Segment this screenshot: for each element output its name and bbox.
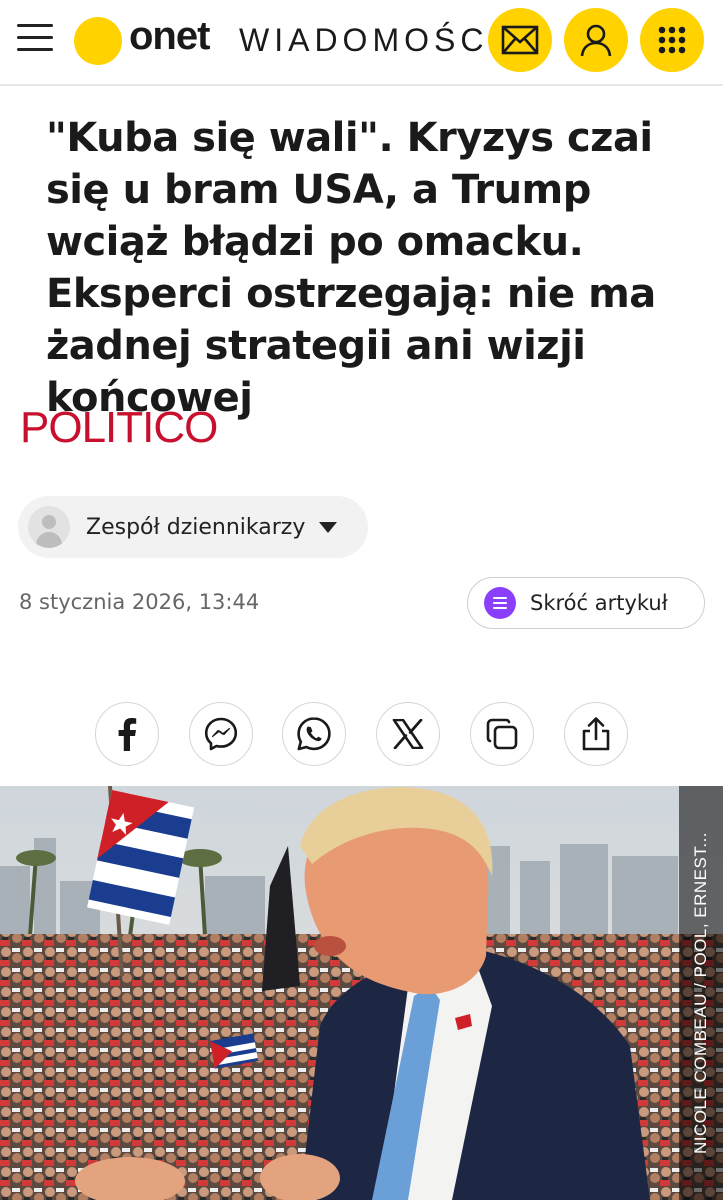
article-headline: "Kuba się wali". Kryzys czai się u bram … (46, 115, 656, 421)
account-button[interactable] (564, 8, 628, 72)
apps-button[interactable] (640, 8, 704, 72)
x-icon (392, 719, 424, 749)
share-bar (0, 702, 723, 768)
whatsapp-icon (297, 717, 331, 751)
section-title[interactable]: WIADOMOŚCI (239, 22, 502, 59)
chevron-down-icon (319, 521, 338, 533)
share-icon (582, 717, 610, 751)
publish-date: 8 stycznia 2026, 13:44 (19, 590, 260, 614)
user-icon (580, 24, 612, 57)
mail-button[interactable] (488, 8, 552, 72)
summarize-article-button[interactable]: Skróć artykuł (467, 577, 705, 629)
avatar (28, 506, 70, 548)
native-share-button[interactable] (564, 702, 628, 766)
photo-credit: NICOLE COMBEAU / POOL, ERNEST... (679, 786, 723, 1200)
share-messenger-button[interactable] (189, 702, 253, 766)
onet-logo-icon[interactable] (74, 17, 122, 65)
copy-link-icon (486, 718, 518, 750)
hero-image[interactable] (0, 786, 723, 1200)
politico-logo[interactable]: POLITICO (20, 403, 218, 453)
share-facebook-button[interactable] (95, 702, 159, 766)
menu-icon[interactable] (17, 24, 53, 54)
mail-icon (501, 25, 539, 55)
messenger-icon (204, 717, 238, 751)
brand-logo-text[interactable]: onet (129, 14, 210, 59)
share-x-button[interactable] (376, 702, 440, 766)
summary-icon (484, 587, 516, 619)
facebook-icon (118, 718, 137, 751)
photo-credit-text: NICOLE COMBEAU / POOL, ERNEST... (691, 831, 710, 1155)
author-dropdown[interactable]: Zespół dziennikarzy (18, 496, 368, 558)
summarize-label: Skróć artykuł (530, 591, 668, 615)
share-whatsapp-button[interactable] (282, 702, 346, 766)
author-name: Zespół dziennikarzy (86, 514, 306, 540)
copy-link-button[interactable] (470, 702, 534, 766)
top-bar: onet WIADOMOŚCI (0, 0, 723, 86)
apps-grid-icon (658, 26, 686, 54)
